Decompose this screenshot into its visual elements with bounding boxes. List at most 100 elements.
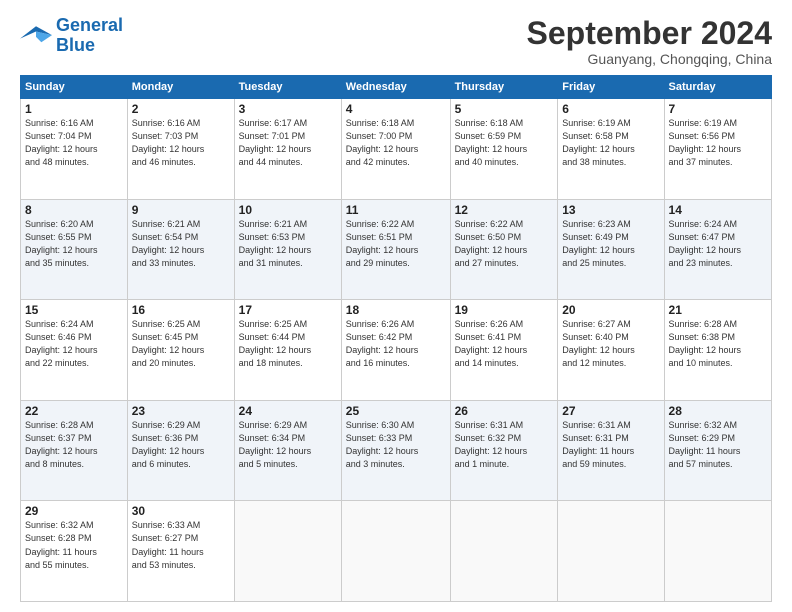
calendar-cell: 27Sunrise: 6:31 AM Sunset: 6:31 PM Dayli…	[558, 400, 664, 501]
day-number: 18	[346, 303, 446, 317]
calendar-cell: 28Sunrise: 6:32 AM Sunset: 6:29 PM Dayli…	[664, 400, 771, 501]
day-number: 28	[669, 404, 767, 418]
calendar-cell	[664, 501, 771, 602]
calendar-cell: 17Sunrise: 6:25 AM Sunset: 6:44 PM Dayli…	[234, 300, 341, 401]
day-number: 12	[455, 203, 554, 217]
day-detail: Sunrise: 6:20 AM Sunset: 6:55 PM Dayligh…	[25, 218, 123, 270]
day-detail: Sunrise: 6:32 AM Sunset: 6:28 PM Dayligh…	[25, 519, 123, 571]
logo: General Blue	[20, 16, 123, 56]
day-number: 3	[239, 102, 337, 116]
logo-line1: General	[56, 15, 123, 35]
calendar-week-1: 1Sunrise: 6:16 AM Sunset: 7:04 PM Daylig…	[21, 99, 772, 200]
calendar-cell: 19Sunrise: 6:26 AM Sunset: 6:41 PM Dayli…	[450, 300, 558, 401]
calendar-cell: 12Sunrise: 6:22 AM Sunset: 6:50 PM Dayli…	[450, 199, 558, 300]
day-detail: Sunrise: 6:16 AM Sunset: 7:04 PM Dayligh…	[25, 117, 123, 169]
th-monday: Monday	[127, 76, 234, 99]
day-number: 14	[669, 203, 767, 217]
day-number: 13	[562, 203, 659, 217]
th-thursday: Thursday	[450, 76, 558, 99]
day-detail: Sunrise: 6:28 AM Sunset: 6:37 PM Dayligh…	[25, 419, 123, 471]
calendar-cell: 10Sunrise: 6:21 AM Sunset: 6:53 PM Dayli…	[234, 199, 341, 300]
title-block: September 2024 Guanyang, Chongqing, Chin…	[527, 16, 772, 67]
calendar-cell: 24Sunrise: 6:29 AM Sunset: 6:34 PM Dayli…	[234, 400, 341, 501]
logo-text: General Blue	[56, 16, 123, 56]
th-sunday: Sunday	[21, 76, 128, 99]
calendar-cell: 5Sunrise: 6:18 AM Sunset: 6:59 PM Daylig…	[450, 99, 558, 200]
day-number: 10	[239, 203, 337, 217]
day-detail: Sunrise: 6:18 AM Sunset: 6:59 PM Dayligh…	[455, 117, 554, 169]
calendar-cell: 20Sunrise: 6:27 AM Sunset: 6:40 PM Dayli…	[558, 300, 664, 401]
day-number: 6	[562, 102, 659, 116]
logo-line2: Blue	[56, 35, 95, 55]
calendar-cell: 13Sunrise: 6:23 AM Sunset: 6:49 PM Dayli…	[558, 199, 664, 300]
day-detail: Sunrise: 6:19 AM Sunset: 6:58 PM Dayligh…	[562, 117, 659, 169]
day-detail: Sunrise: 6:17 AM Sunset: 7:01 PM Dayligh…	[239, 117, 337, 169]
day-number: 1	[25, 102, 123, 116]
day-number: 30	[132, 504, 230, 518]
calendar-body: 1Sunrise: 6:16 AM Sunset: 7:04 PM Daylig…	[21, 99, 772, 602]
day-detail: Sunrise: 6:24 AM Sunset: 6:46 PM Dayligh…	[25, 318, 123, 370]
calendar-cell: 1Sunrise: 6:16 AM Sunset: 7:04 PM Daylig…	[21, 99, 128, 200]
logo-icon	[20, 22, 52, 50]
day-detail: Sunrise: 6:16 AM Sunset: 7:03 PM Dayligh…	[132, 117, 230, 169]
day-detail: Sunrise: 6:24 AM Sunset: 6:47 PM Dayligh…	[669, 218, 767, 270]
calendar-cell: 23Sunrise: 6:29 AM Sunset: 6:36 PM Dayli…	[127, 400, 234, 501]
day-number: 9	[132, 203, 230, 217]
day-number: 23	[132, 404, 230, 418]
day-detail: Sunrise: 6:29 AM Sunset: 6:34 PM Dayligh…	[239, 419, 337, 471]
calendar-cell: 11Sunrise: 6:22 AM Sunset: 6:51 PM Dayli…	[341, 199, 450, 300]
calendar-week-2: 8Sunrise: 6:20 AM Sunset: 6:55 PM Daylig…	[21, 199, 772, 300]
day-number: 19	[455, 303, 554, 317]
calendar-cell: 16Sunrise: 6:25 AM Sunset: 6:45 PM Dayli…	[127, 300, 234, 401]
calendar-cell: 26Sunrise: 6:31 AM Sunset: 6:32 PM Dayli…	[450, 400, 558, 501]
calendar-cell	[558, 501, 664, 602]
day-number: 29	[25, 504, 123, 518]
calendar-cell	[341, 501, 450, 602]
calendar-week-4: 22Sunrise: 6:28 AM Sunset: 6:37 PM Dayli…	[21, 400, 772, 501]
location-subtitle: Guanyang, Chongqing, China	[527, 51, 772, 67]
day-detail: Sunrise: 6:21 AM Sunset: 6:53 PM Dayligh…	[239, 218, 337, 270]
day-number: 7	[669, 102, 767, 116]
day-number: 5	[455, 102, 554, 116]
day-detail: Sunrise: 6:23 AM Sunset: 6:49 PM Dayligh…	[562, 218, 659, 270]
calendar-cell: 9Sunrise: 6:21 AM Sunset: 6:54 PM Daylig…	[127, 199, 234, 300]
calendar-cell: 15Sunrise: 6:24 AM Sunset: 6:46 PM Dayli…	[21, 300, 128, 401]
day-number: 11	[346, 203, 446, 217]
day-number: 20	[562, 303, 659, 317]
day-number: 8	[25, 203, 123, 217]
day-number: 2	[132, 102, 230, 116]
day-detail: Sunrise: 6:19 AM Sunset: 6:56 PM Dayligh…	[669, 117, 767, 169]
day-number: 17	[239, 303, 337, 317]
day-detail: Sunrise: 6:27 AM Sunset: 6:40 PM Dayligh…	[562, 318, 659, 370]
calendar-cell: 2Sunrise: 6:16 AM Sunset: 7:03 PM Daylig…	[127, 99, 234, 200]
day-detail: Sunrise: 6:26 AM Sunset: 6:41 PM Dayligh…	[455, 318, 554, 370]
day-number: 4	[346, 102, 446, 116]
day-number: 27	[562, 404, 659, 418]
calendar-week-3: 15Sunrise: 6:24 AM Sunset: 6:46 PM Dayli…	[21, 300, 772, 401]
calendar-cell: 3Sunrise: 6:17 AM Sunset: 7:01 PM Daylig…	[234, 99, 341, 200]
day-detail: Sunrise: 6:22 AM Sunset: 6:50 PM Dayligh…	[455, 218, 554, 270]
calendar-table: Sunday Monday Tuesday Wednesday Thursday…	[20, 75, 772, 602]
day-detail: Sunrise: 6:21 AM Sunset: 6:54 PM Dayligh…	[132, 218, 230, 270]
th-saturday: Saturday	[664, 76, 771, 99]
calendar-cell: 18Sunrise: 6:26 AM Sunset: 6:42 PM Dayli…	[341, 300, 450, 401]
day-number: 15	[25, 303, 123, 317]
day-detail: Sunrise: 6:32 AM Sunset: 6:29 PM Dayligh…	[669, 419, 767, 471]
header: General Blue September 2024 Guanyang, Ch…	[20, 16, 772, 67]
day-detail: Sunrise: 6:25 AM Sunset: 6:44 PM Dayligh…	[239, 318, 337, 370]
calendar-header: Sunday Monday Tuesday Wednesday Thursday…	[21, 76, 772, 99]
day-number: 21	[669, 303, 767, 317]
day-detail: Sunrise: 6:22 AM Sunset: 6:51 PM Dayligh…	[346, 218, 446, 270]
calendar-cell	[450, 501, 558, 602]
page: General Blue September 2024 Guanyang, Ch…	[0, 0, 792, 612]
calendar-cell: 21Sunrise: 6:28 AM Sunset: 6:38 PM Dayli…	[664, 300, 771, 401]
calendar-cell: 25Sunrise: 6:30 AM Sunset: 6:33 PM Dayli…	[341, 400, 450, 501]
header-row: Sunday Monday Tuesday Wednesday Thursday…	[21, 76, 772, 99]
calendar-cell: 8Sunrise: 6:20 AM Sunset: 6:55 PM Daylig…	[21, 199, 128, 300]
day-detail: Sunrise: 6:18 AM Sunset: 7:00 PM Dayligh…	[346, 117, 446, 169]
day-detail: Sunrise: 6:25 AM Sunset: 6:45 PM Dayligh…	[132, 318, 230, 370]
calendar-cell: 6Sunrise: 6:19 AM Sunset: 6:58 PM Daylig…	[558, 99, 664, 200]
day-detail: Sunrise: 6:31 AM Sunset: 6:32 PM Dayligh…	[455, 419, 554, 471]
th-wednesday: Wednesday	[341, 76, 450, 99]
calendar-cell: 22Sunrise: 6:28 AM Sunset: 6:37 PM Dayli…	[21, 400, 128, 501]
